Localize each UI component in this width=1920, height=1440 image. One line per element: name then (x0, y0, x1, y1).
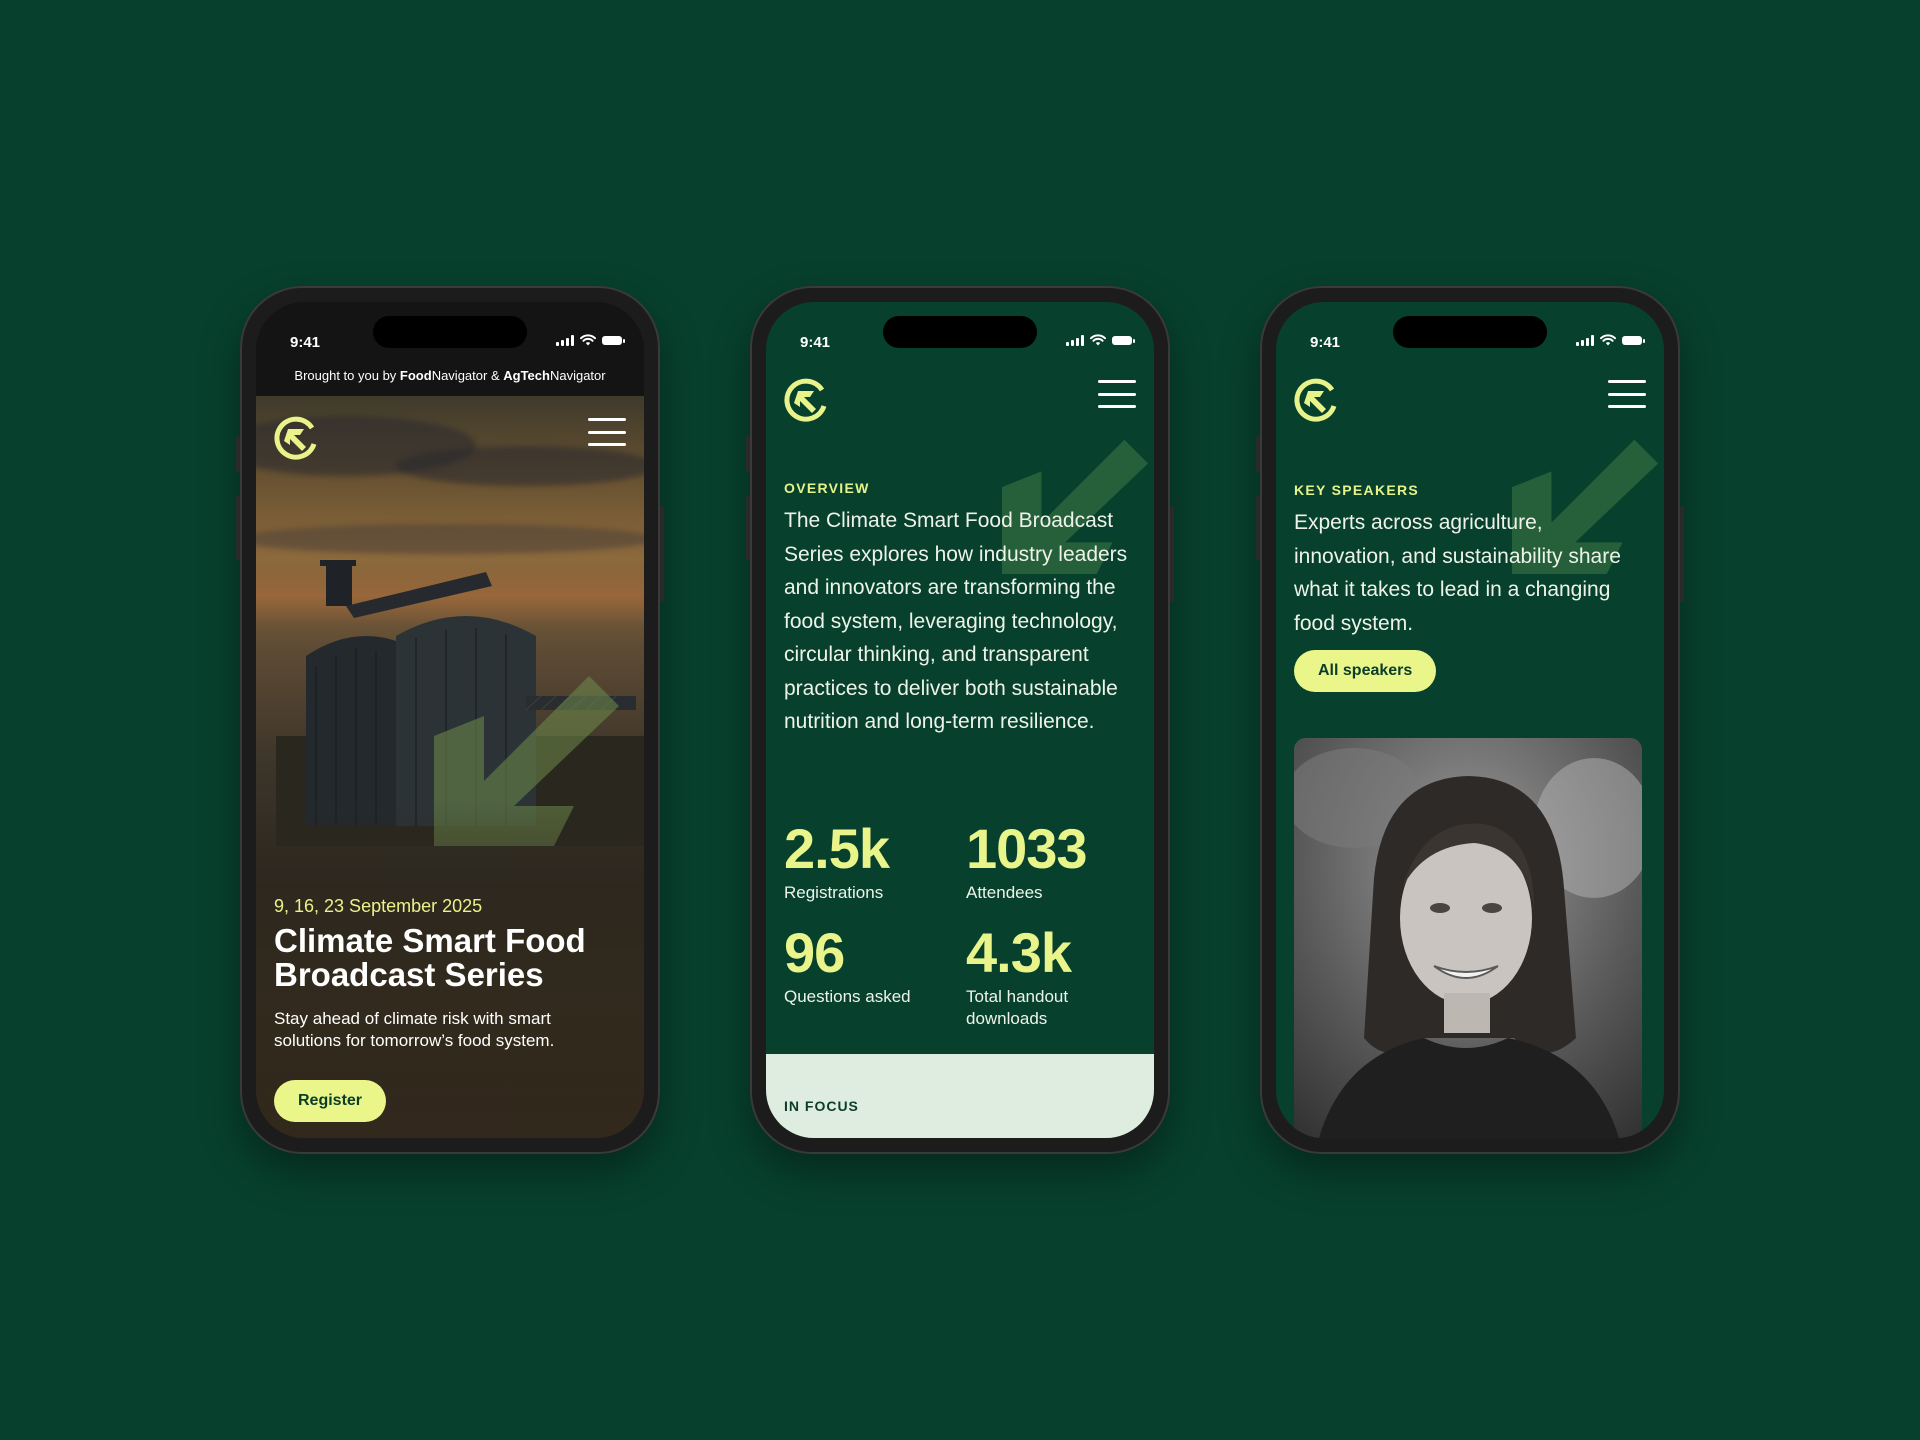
sponsor-a-bold: Food (399, 368, 432, 383)
speakers-text: Experts across agriculture, innovation, … (1294, 511, 1621, 635)
stat-label: Total handout downloads (966, 987, 1069, 1028)
sponsor-line: Brought to you by FoodNavigator & AgTech… (256, 368, 644, 383)
dynamic-island (373, 316, 527, 348)
battery-icon (602, 335, 625, 345)
speaker-photo (1294, 738, 1642, 1138)
status-time: 9:41 (800, 334, 831, 351)
all-speakers-button[interactable]: All speakers (1294, 650, 1437, 692)
section-label-overview: OVERVIEW (784, 480, 870, 496)
logo-icon (274, 416, 317, 460)
battery-icon (1112, 335, 1135, 345)
sponsor-prefix: Brought to you by (294, 368, 400, 383)
dynamic-island (883, 316, 1037, 348)
signal-icon (556, 334, 574, 346)
wifi-icon (1090, 334, 1106, 346)
sponsor-separator: & (487, 368, 504, 383)
stat-label: Questions asked (784, 987, 911, 1006)
status-time: 9:41 (1310, 334, 1341, 351)
screen-overview: 9:41 OVERVIEW The Climate Smart Food Bro… (766, 302, 1154, 1138)
screen-hero: 9:41 Brought to you by FoodNavigator & A… (256, 302, 644, 1138)
screen-speakers: 9:41 KEY SPEAKERS Experts across agricul… (1276, 302, 1664, 1138)
phone-mockup-overview: 9:41 OVERVIEW The Climate Smart Food Bro… (746, 286, 1174, 1154)
menu-icon[interactable] (1608, 380, 1646, 408)
battery-icon (1622, 335, 1645, 345)
menu-icon[interactable] (1098, 380, 1136, 408)
signal-icon (1576, 334, 1594, 346)
hero-section: 9, 16, 23 September 2025 Climate Smart F… (256, 396, 644, 1138)
overview-text: The Climate Smart Food Broadcast Series … (784, 509, 1128, 733)
sponsor-b-rest: Navigator (549, 368, 606, 383)
register-button[interactable]: Register (274, 1080, 387, 1122)
status-time: 9:41 (290, 334, 321, 351)
signal-icon (1066, 334, 1084, 346)
menu-icon[interactable] (588, 418, 626, 446)
stat-value: 1033 (966, 817, 1088, 880)
wifi-icon (1600, 334, 1616, 346)
stat-value: 4.3k (966, 921, 1072, 984)
stat-label: Attendees (966, 883, 1043, 902)
dynamic-island (1393, 316, 1547, 348)
sponsor-b-bold: AgTech (503, 368, 550, 383)
logo-icon (784, 378, 827, 422)
in-focus-section: IN FOCUS (766, 1054, 1154, 1138)
page-title: Climate Smart Food Broadcast Series (274, 922, 586, 993)
logo-icon (1294, 378, 1337, 422)
phone-mockup-speakers: 9:41 KEY SPEAKERS Experts across agricul… (1256, 286, 1684, 1154)
section-label-key-speakers: KEY SPEAKERS (1294, 482, 1420, 498)
stat-value: 96 (784, 921, 845, 984)
sponsor-a-rest: Navigator (431, 368, 488, 383)
phone-mockup-hero: 9:41 Brought to you by FoodNavigator & A… (236, 286, 664, 1154)
section-label-in-focus: IN FOCUS (784, 1098, 859, 1114)
hero-subtitle: Stay ahead of climate risk with smart so… (274, 1009, 555, 1050)
event-dates: 9, 16, 23 September 2025 (274, 896, 483, 916)
stat-label: Registrations (784, 883, 884, 902)
stat-value: 2.5k (784, 817, 890, 880)
wifi-icon (580, 334, 596, 346)
